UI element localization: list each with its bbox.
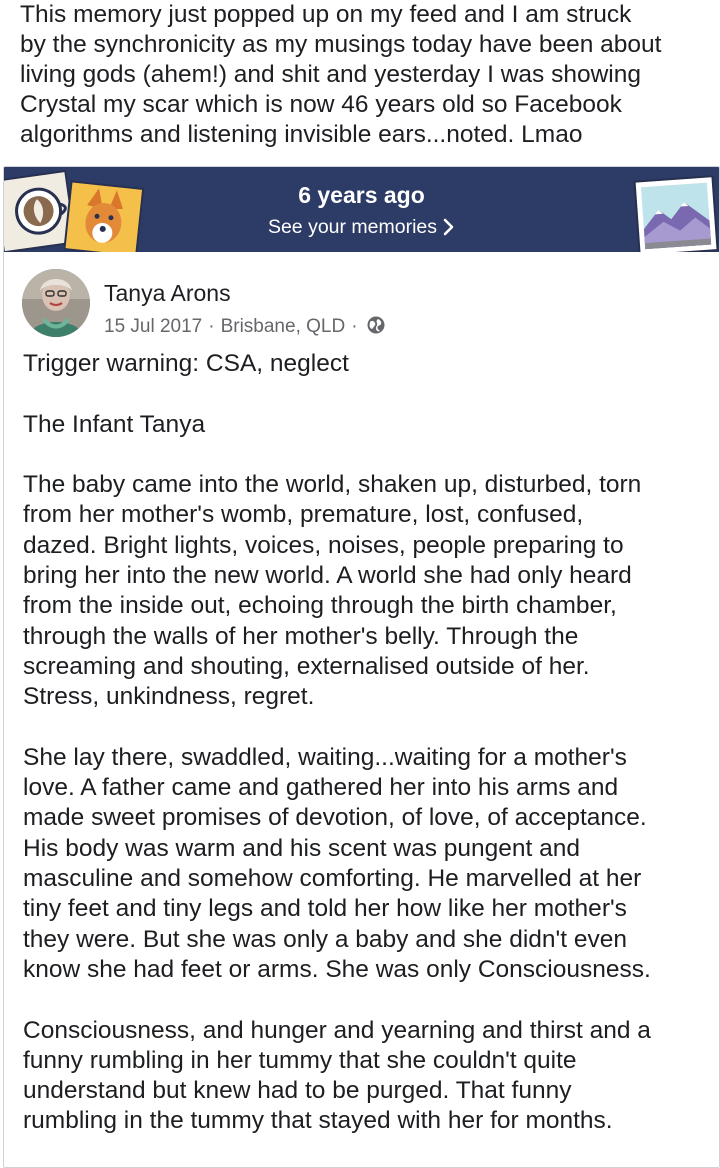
post-line: funny rumbling in her tummy that she cou… bbox=[23, 1046, 577, 1074]
see-your-memories-label: See your memories bbox=[267, 216, 438, 238]
post-line: Trigger warning: CSA, neglect bbox=[23, 350, 349, 377]
post-line: bring her into the new world. A world sh… bbox=[23, 562, 632, 590]
caption-text: This memory just popped up on my feed an… bbox=[20, 0, 710, 150]
post-line: love. A father came and gathered her int… bbox=[23, 774, 619, 802]
post-line: through the walls of her mother's belly.… bbox=[23, 622, 579, 650]
author-name[interactable]: Tanya Arons bbox=[104, 279, 231, 307]
caption-line: by the synchronicity as my musings today… bbox=[20, 31, 662, 58]
post-line: Stress, unkindness, regret. bbox=[23, 683, 315, 711]
post-paragraph: The Infant Tanya bbox=[23, 410, 708, 440]
avatar[interactable] bbox=[22, 269, 90, 337]
post-line: The baby came into the world, shaken up,… bbox=[23, 471, 642, 499]
profile-photo-icon bbox=[22, 269, 90, 337]
caption-line: Crystal my scar which is now 46 years ol… bbox=[20, 91, 622, 118]
post-line: The Infant Tanya bbox=[23, 410, 206, 438]
post-line: masculine and somehow comforting. He mar… bbox=[23, 865, 642, 893]
memory-age-title: 6 years ago bbox=[298, 182, 425, 208]
post-paragraph: The baby came into the world, shaken up,… bbox=[23, 470, 708, 712]
post-paragraph: Trigger warning: CSA, neglect bbox=[23, 349, 708, 379]
post-line: screaming and shouting, externalised out… bbox=[23, 652, 590, 680]
shared-memory-card[interactable]: 6 years ago See your memories Tanya Aron… bbox=[3, 166, 720, 1168]
post-date[interactable]: 15 Jul 2017 bbox=[104, 316, 202, 337]
post-line: She lay there, swaddled, waiting...waiti… bbox=[23, 743, 627, 771]
post-line: dazed. Bright lights, voices, noises, pe… bbox=[23, 531, 624, 559]
globe-icon bbox=[367, 316, 385, 334]
post-line: from the inside out, echoing through the… bbox=[23, 592, 617, 620]
caption-line: This memory just popped up on my feed an… bbox=[20, 1, 632, 28]
coffee-cup-and-dog-photo-icon bbox=[4, 169, 144, 252]
post-line: from her mother's womb, premature, lost,… bbox=[23, 501, 584, 529]
mountain-photo-icon bbox=[633, 175, 719, 252]
see-your-memories-link[interactable]: See your memories bbox=[4, 215, 719, 239]
post-line: Consciousness, and hunger and yearning a… bbox=[23, 1016, 651, 1044]
post-header: Tanya Arons 15 Jul 2017 · Brisbane, QLD · bbox=[22, 269, 702, 339]
post-meta: 15 Jul 2017 · Brisbane, QLD · bbox=[104, 315, 386, 339]
memories-banner[interactable]: 6 years ago See your memories bbox=[4, 167, 719, 252]
post-line: tiny feet and tiny legs and told her how… bbox=[23, 895, 627, 923]
meta-separator: · bbox=[351, 316, 358, 337]
post-paragraph: Consciousness, and hunger and yearning a… bbox=[23, 1016, 708, 1137]
caption-line: living gods (ahem!) and shit and yesterd… bbox=[20, 61, 641, 88]
meta-separator: · bbox=[208, 316, 215, 337]
chevron-right-icon bbox=[443, 218, 454, 236]
post-body: Trigger warning: CSA, neglect The Infant… bbox=[23, 349, 708, 1167]
post-line: understand but knew had to be purged. Th… bbox=[23, 1077, 572, 1105]
post-line: His body was warm and his scent was pung… bbox=[23, 834, 580, 862]
post-location[interactable]: Brisbane, QLD bbox=[221, 316, 346, 337]
post-line: know she had feet or arms. She was only … bbox=[23, 955, 651, 983]
post-line: they were. But she was only a baby and s… bbox=[23, 925, 627, 953]
caption-line: algorithms and listening invisible ears.… bbox=[20, 121, 583, 148]
post-paragraph: She lay there, swaddled, waiting...waiti… bbox=[23, 743, 708, 985]
post-line: made sweet promises of devotion, of love… bbox=[23, 804, 647, 832]
post-line: rumbling in the tummy that stayed with h… bbox=[23, 1107, 613, 1135]
